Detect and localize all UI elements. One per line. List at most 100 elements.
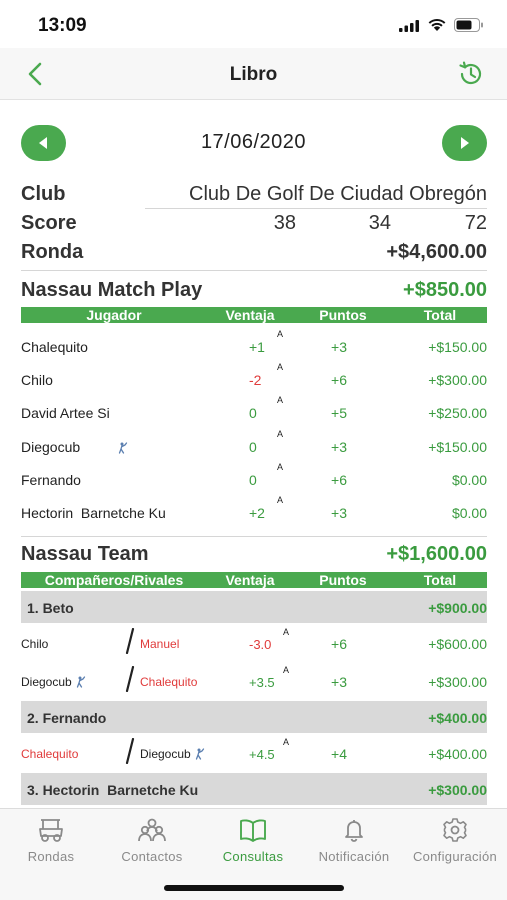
group-name: 1. Beto bbox=[27, 600, 74, 616]
column-header: Puntos bbox=[319, 307, 367, 323]
ventaja-value: -2 bbox=[249, 372, 262, 389]
puntos-value: +4 bbox=[331, 746, 347, 762]
ventaja-value: +2 bbox=[249, 505, 265, 521]
group-total: +$900.00 bbox=[428, 600, 487, 616]
pairing-row[interactable]: Diegocub Chalequito +3.5 A +3 +$300.00 bbox=[21, 663, 487, 701]
slash-divider bbox=[125, 666, 135, 692]
current-date: 17/06/2020 bbox=[200, 131, 307, 153]
column-header: Jugador bbox=[86, 307, 142, 323]
total-value: +$150.00 bbox=[428, 438, 487, 455]
golfer-badge bbox=[114, 439, 128, 455]
partner-name-text: Chilo bbox=[21, 637, 49, 651]
ventaja-cell: -3.0 A bbox=[249, 627, 309, 652]
column-header: Total bbox=[423, 572, 457, 588]
score-front: 38 bbox=[273, 212, 296, 234]
group-total: +$300.00 bbox=[428, 782, 487, 798]
tab-label: Consultas bbox=[222, 849, 284, 864]
rival-name: Diegocub bbox=[140, 747, 205, 761]
total-value: $0.00 bbox=[451, 505, 487, 521]
history-icon[interactable] bbox=[456, 59, 486, 89]
match-table-header: Jugador Ventaja Puntos Total bbox=[21, 307, 487, 323]
score-label: Score bbox=[21, 212, 77, 234]
battery-icon bbox=[454, 18, 483, 32]
ronda-value: +$4,600.00 bbox=[386, 241, 487, 263]
pairing-row[interactable]: Chalequito Diegocub +4.5 A +4 +$400.00 bbox=[21, 735, 487, 773]
tab-label: Rondas bbox=[27, 849, 75, 864]
total-value: $0.00 bbox=[451, 471, 487, 488]
golfer-icon bbox=[118, 441, 128, 454]
rival-name: Manuel bbox=[140, 637, 179, 651]
score-row: Score 38 34 72 bbox=[21, 210, 487, 238]
golf-cart-icon bbox=[39, 819, 63, 842]
group-name: 3. Hectorin Barnetche Ku bbox=[27, 782, 199, 798]
player-row[interactable]: Chalequito +1 A +3 +$150.00 bbox=[21, 329, 487, 364]
rival-name-text: Chalequito bbox=[140, 675, 198, 689]
rival-name-text: Manuel bbox=[140, 637, 180, 651]
puntos-value: +3 bbox=[331, 674, 347, 690]
player-name: Hectorin Barnetche Ku bbox=[21, 505, 166, 521]
tab-rondas[interactable]: Rondas bbox=[1, 817, 101, 864]
total-value: +$400.00 bbox=[428, 746, 487, 762]
rival-name-text: Diegocub bbox=[140, 747, 191, 761]
team-group-row[interactable]: 1. Beto +$900.00 bbox=[21, 591, 487, 623]
book-content[interactable]: 17/06/2020 Club Club De Golf De Ciudad O… bbox=[0, 101, 507, 808]
partner-name-text: Chalequito bbox=[21, 747, 79, 761]
golfer-badge bbox=[191, 747, 205, 761]
ventaja-value: 0 bbox=[249, 405, 257, 422]
puntos-value: +6 bbox=[331, 636, 347, 652]
ventaja-value: +1 bbox=[249, 339, 265, 355]
club-row: Club Club De Golf De Ciudad Obregón bbox=[21, 181, 487, 209]
section-title: Nassau Team bbox=[21, 543, 149, 565]
player-row[interactable]: Fernando 0 A +6 $0.00 bbox=[21, 462, 487, 497]
puntos-value: +5 bbox=[331, 405, 347, 422]
partner-name: Chalequito bbox=[21, 747, 78, 761]
score-back: 34 bbox=[368, 212, 391, 234]
group-total: +$400.00 bbox=[428, 710, 487, 726]
tab-contactos[interactable]: Contactos bbox=[102, 817, 202, 864]
next-date-button[interactable] bbox=[442, 125, 487, 161]
date-selector: 17/06/2020 bbox=[0, 125, 507, 165]
player-name: Diegocub bbox=[21, 438, 81, 455]
ronda-label: Ronda bbox=[21, 241, 84, 263]
status-bar: 13:09 bbox=[0, 0, 507, 48]
ventaja-value: +3.5 bbox=[249, 675, 275, 690]
ventaja-value: 0 bbox=[249, 471, 257, 488]
ventaja-marker: A bbox=[277, 495, 284, 505]
rival-name: Chalequito bbox=[140, 675, 197, 689]
group-name: 2. Fernando bbox=[27, 710, 107, 726]
column-header: Ventaja bbox=[225, 307, 275, 323]
player-name: David Artee Si bbox=[21, 405, 110, 422]
player-row[interactable]: Chilo -2 A +6 +$300.00 bbox=[21, 362, 487, 397]
pairing-row[interactable]: Chilo Manuel -3.0 A +6 +$600.00 bbox=[21, 625, 487, 663]
book-icon bbox=[240, 819, 266, 842]
page-title: Libro bbox=[229, 64, 278, 85]
player-row[interactable]: Hectorin Barnetche Ku +2 A +3 $0.00 bbox=[21, 495, 487, 530]
puntos-value: +3 bbox=[331, 505, 347, 521]
slash-divider bbox=[125, 738, 135, 764]
column-header: Puntos bbox=[319, 572, 367, 588]
club-value: Club De Golf De Ciudad Obregón bbox=[189, 183, 487, 205]
player-name: Chalequito bbox=[21, 339, 88, 355]
ventaja-marker: A bbox=[277, 329, 284, 339]
slash-divider bbox=[125, 628, 135, 654]
nassau-match-header: Nassau Match Play +$850.00 bbox=[21, 279, 487, 307]
nav-bar: Libro bbox=[0, 48, 507, 100]
triangle-right-icon bbox=[461, 137, 469, 149]
tab-label: Notificación bbox=[318, 849, 390, 864]
player-row[interactable]: Diegocub 0 A +3 +$150.00 bbox=[21, 429, 487, 464]
tab-consultas[interactable]: Consultas bbox=[203, 817, 303, 864]
tab-notificacion[interactable]: Notificación bbox=[304, 817, 404, 864]
tab-bar: Rondas Contactos Consultas Notificación … bbox=[0, 808, 507, 900]
golfer-icon bbox=[195, 748, 204, 760]
ventaja-marker: A bbox=[283, 627, 290, 637]
tab-configuracion[interactable]: Configuración bbox=[405, 817, 505, 864]
wifi-icon bbox=[428, 18, 446, 31]
player-row[interactable]: David Artee Si 0 A +5 +$250.00 bbox=[21, 395, 487, 430]
ventaja-value: +4.5 bbox=[249, 747, 275, 762]
ventaja-marker: A bbox=[277, 362, 284, 373]
tab-label: Configuración bbox=[412, 849, 498, 864]
tab-label: Contactos bbox=[121, 849, 183, 864]
team-group-row[interactable]: 3. Hectorin Barnetche Ku +$300.00 bbox=[21, 773, 487, 805]
puntos-value: +3 bbox=[331, 438, 347, 455]
team-group-row[interactable]: 2. Fernando +$400.00 bbox=[21, 701, 487, 733]
